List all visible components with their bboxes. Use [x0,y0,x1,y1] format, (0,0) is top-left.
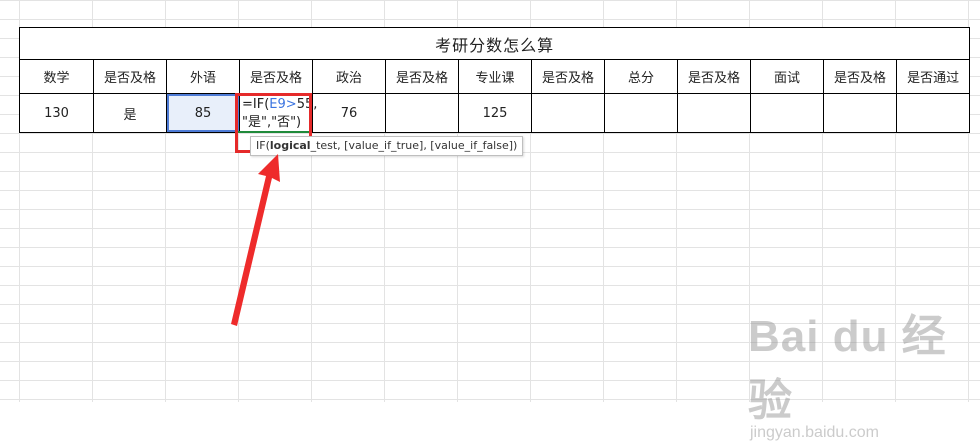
baidu-logo: Bai du 经验 [748,312,947,425]
baidu-url: jingyan.baidu.com [750,424,879,441]
baidu-watermark: Bai du 经验 jingyan.baidu.com [748,300,968,441]
